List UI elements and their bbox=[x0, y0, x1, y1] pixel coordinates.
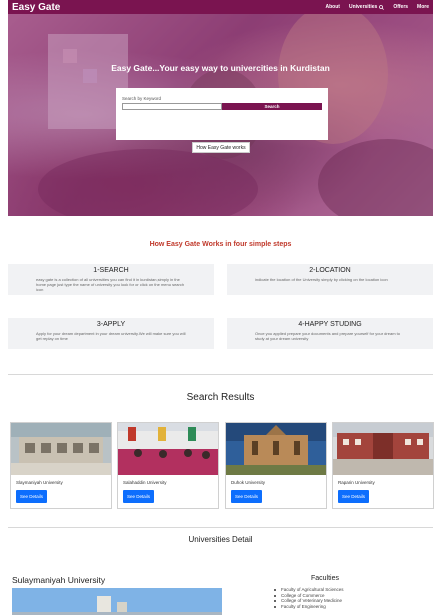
see-details-button[interactable]: See Details bbox=[16, 490, 48, 503]
university-card: Raparin University See Details bbox=[332, 422, 434, 509]
nav-link-offers[interactable]: Offers bbox=[393, 4, 408, 10]
step-card-search: 1-SEARCH easy gate is a collection of al… bbox=[8, 264, 214, 295]
nav-link-about[interactable]: About bbox=[326, 4, 340, 10]
step-title: 3-APPLY bbox=[96, 321, 126, 328]
see-details-button[interactable]: See Details bbox=[123, 490, 155, 503]
hero-title: Easy Gate...Your easy way to univercitie… bbox=[111, 63, 330, 73]
step-title: 2-LOCATION bbox=[309, 267, 351, 274]
faculty-list: Faculty of Agricultural Sciences College… bbox=[273, 587, 344, 609]
nav-links: About Universities Offers More bbox=[326, 4, 430, 10]
search-input[interactable] bbox=[122, 103, 222, 110]
step-description: indicate the location of the University … bbox=[255, 277, 388, 282]
step-description: Apply for your dream department in your … bbox=[36, 331, 186, 341]
university-card: Slaymaniyah University See Details bbox=[10, 422, 112, 509]
university-photo bbox=[333, 423, 433, 475]
step-card-location: 2-LOCATION indicate the location of the … bbox=[227, 264, 433, 295]
university-name: Salahaddin University bbox=[123, 480, 167, 485]
step-title: 1-SEARCH bbox=[93, 267, 129, 274]
step-card-apply: 3-APPLY Apply for your dream department … bbox=[8, 318, 214, 349]
faculty-item: Faculty of Engineering bbox=[273, 604, 344, 610]
step-card-happy-studing: 4-HAPPY STUDING Once you applied prepare… bbox=[227, 318, 433, 349]
search-button[interactable]: Search bbox=[222, 103, 322, 110]
detail-university-name: Sulaymaniyah University bbox=[12, 575, 106, 585]
how-easy-gate-works-button[interactable]: How Easy Gate works bbox=[192, 142, 250, 153]
step-description: Once you applied prepare your documents … bbox=[255, 331, 400, 341]
see-details-button[interactable]: See Details bbox=[231, 490, 263, 503]
section-divider bbox=[8, 374, 433, 375]
steps-title: How Easy Gate Works in four simple steps bbox=[149, 241, 292, 248]
section-divider bbox=[8, 527, 433, 528]
hero-banner: Easy Gate...Your easy way to univercitie… bbox=[8, 14, 433, 216]
brand-logo-text[interactable]: Easy Gate bbox=[12, 2, 60, 13]
universities-detail-title: Universities Detail bbox=[188, 535, 253, 544]
university-photo bbox=[118, 423, 218, 475]
university-name: Slaymaniyah University bbox=[16, 480, 63, 485]
university-photo bbox=[11, 423, 111, 475]
search-panel: Search by Keyword Search bbox=[116, 88, 328, 140]
university-card: Salahaddin University See Details bbox=[117, 422, 219, 509]
step-description: easy gate is a collection of all univers… bbox=[36, 277, 185, 292]
nav-link-universities-label: Universities bbox=[348, 4, 378, 10]
nav-link-universities[interactable]: Universities bbox=[348, 4, 385, 10]
top-navbar: Easy Gate About Universities Offers More bbox=[8, 0, 433, 14]
see-details-button[interactable]: See Details bbox=[338, 490, 370, 503]
detail-university-photo bbox=[12, 588, 222, 615]
step-title: 4-HAPPY STUDING bbox=[298, 321, 362, 328]
search-icon[interactable] bbox=[379, 4, 385, 10]
search-results-title: Search Results bbox=[186, 392, 255, 403]
search-row: Search bbox=[122, 103, 322, 110]
university-photo bbox=[226, 423, 326, 475]
university-name: Raparin University bbox=[338, 480, 375, 485]
search-label: Search by Keyword bbox=[122, 96, 162, 101]
university-name: Duhok University bbox=[231, 480, 266, 485]
faculties-title: Faculties bbox=[311, 575, 340, 582]
university-card: Duhok University See Details bbox=[225, 422, 327, 509]
nav-link-more[interactable]: More bbox=[417, 4, 429, 10]
